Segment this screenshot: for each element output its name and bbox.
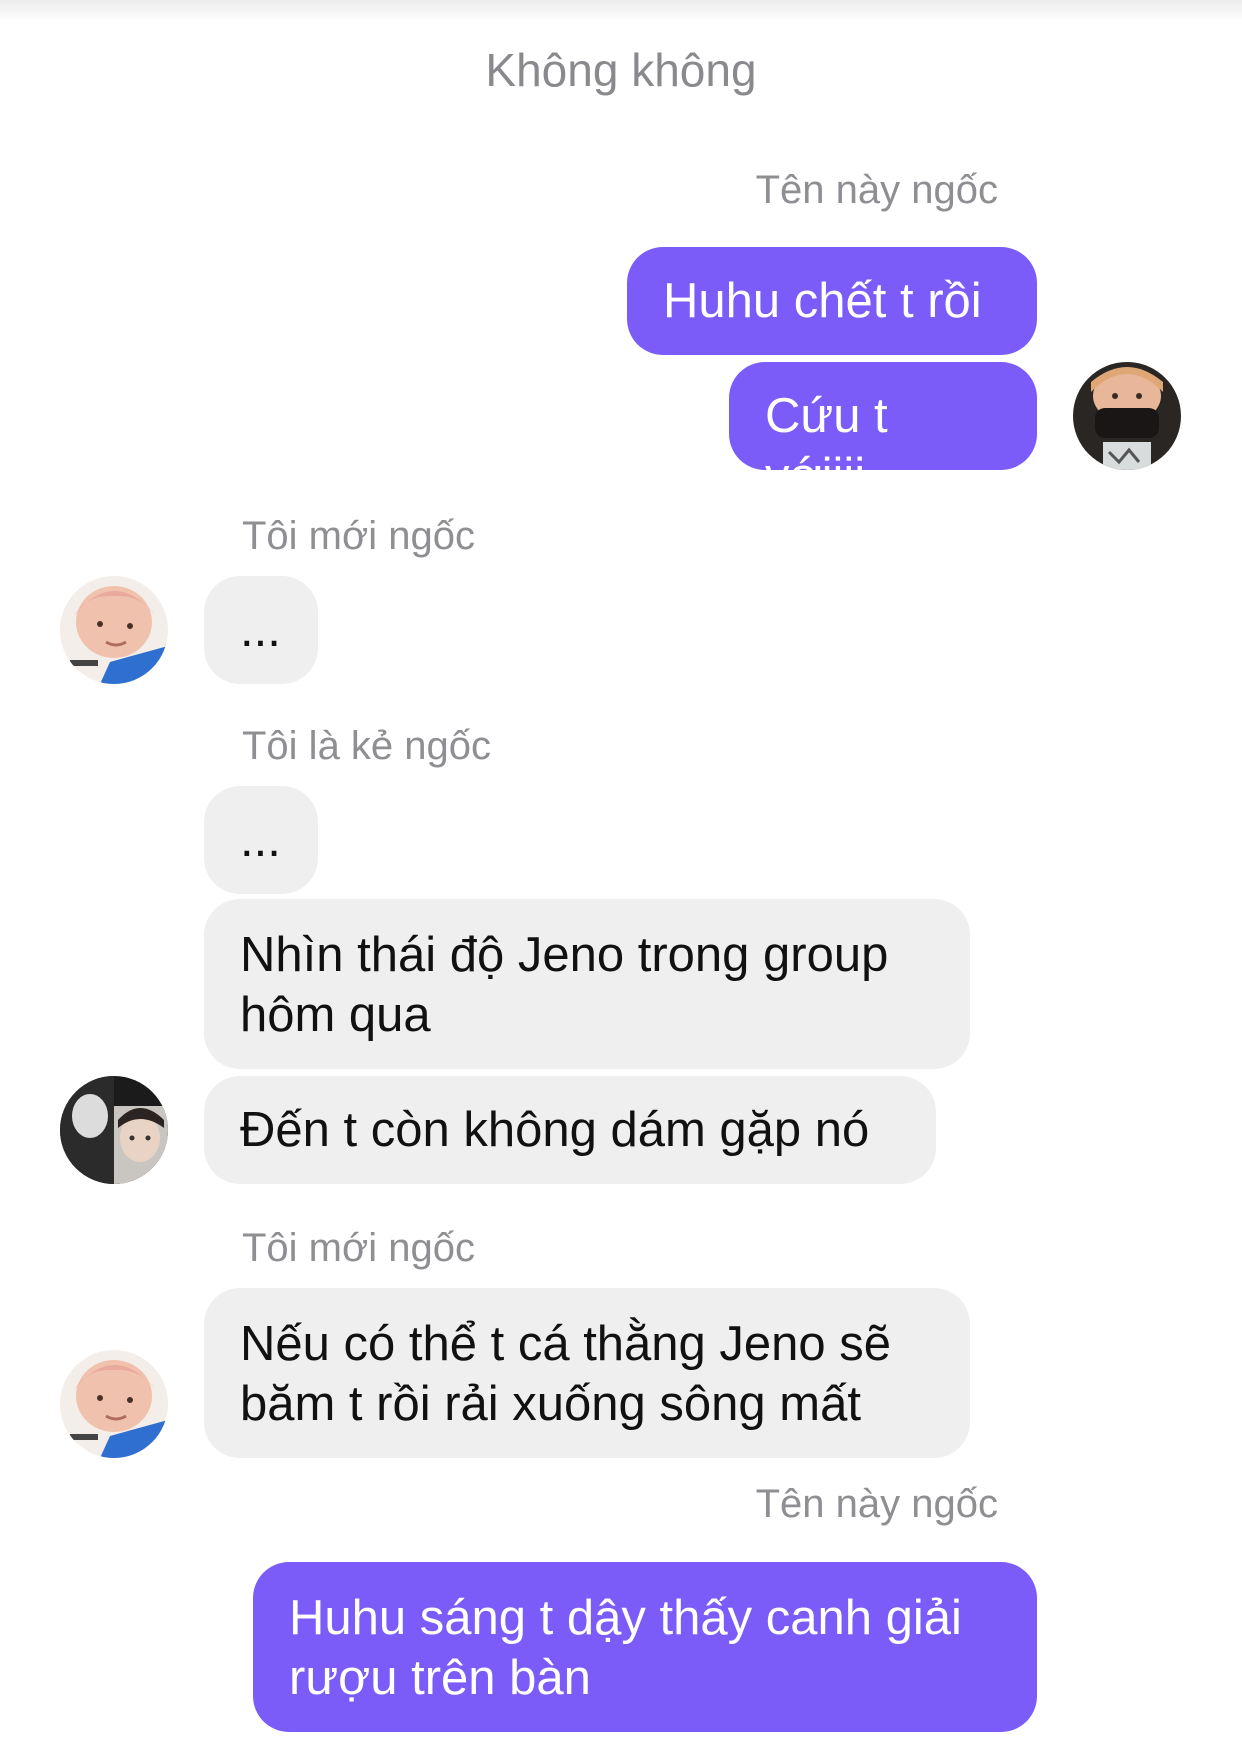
sender-name-toi-moi-ngoc: Tôi mới ngốc <box>242 514 475 558</box>
avatar-toi-la-ke-ngoc[interactable] <box>60 1076 168 1184</box>
sender-name-me: Tên này ngốc <box>755 1482 998 1526</box>
message-bubble-outgoing[interactable]: Huhu sáng t dậy thấy canh giải rượu trên… <box>253 1562 1037 1732</box>
avatar-photo-icon <box>60 1076 168 1184</box>
avatar-photo-icon <box>60 1350 168 1458</box>
message-bubble-incoming[interactable]: ... <box>204 786 318 894</box>
avatar-me[interactable] <box>1073 362 1181 470</box>
message-bubble-incoming[interactable]: Nếu có thể t cá thằng Jeno sẽ băm t rồi … <box>204 1288 970 1458</box>
top-bar-shadow <box>0 0 1242 22</box>
message-bubble-incoming[interactable]: Đến t còn không dám gặp nó <box>204 1076 936 1184</box>
avatar-toi-moi-ngoc[interactable] <box>60 576 168 684</box>
message-bubble-outgoing[interactable]: Huhu chết t rồi <box>627 247 1037 355</box>
avatar-photo-icon <box>60 576 168 684</box>
message-bubble-incoming[interactable]: Nhìn thái độ Jeno trong group hôm qua <box>204 899 970 1069</box>
sender-name-toi-la-ke-ngoc: Tôi là kẻ ngốc <box>242 724 492 768</box>
avatar-toi-moi-ngoc[interactable] <box>60 1350 168 1458</box>
sender-name-toi-moi-ngoc: Tôi mới ngốc <box>242 1226 475 1270</box>
message-bubble-incoming[interactable]: ... <box>204 576 318 684</box>
chat-title: Không không <box>485 44 757 96</box>
message-bubble-outgoing[interactable]: Cứu t vớiiii <box>729 362 1037 503</box>
sender-name-me: Tên này ngốc <box>755 168 998 212</box>
avatar-photo-icon <box>1073 362 1181 470</box>
